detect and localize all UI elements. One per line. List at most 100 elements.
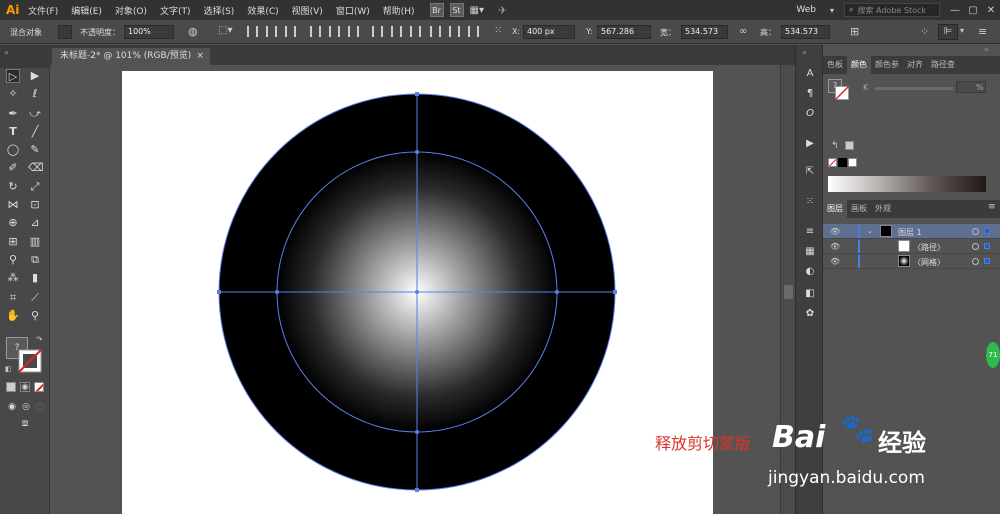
artboard-tool-icon[interactable]: ⌗ [6,291,20,305]
workspace-switcher[interactable]: Web [796,5,816,15]
align-right-icon[interactable] [285,26,296,37]
menu-effect[interactable]: 效果(C) [247,4,278,17]
transform-icon[interactable]: ⊞ [850,25,859,38]
screen-mode-icon[interactable]: ⧈ [18,417,32,431]
symbols-panel-icon[interactable]: ✿ [803,307,817,321]
align-top-icon[interactable] [310,26,321,37]
panel-menu-icon[interactable]: ≡ [978,25,987,38]
lasso-tool-icon[interactable]: ℓ [28,87,42,101]
type-tool-icon[interactable]: T [6,125,20,139]
artboard[interactable] [122,71,713,514]
align-left-icon[interactable] [247,26,258,37]
floating-badge[interactable]: 71 [986,342,1000,368]
minimize-button[interactable]: — [946,5,964,16]
align-bottom-icon[interactable] [348,26,359,37]
x-field[interactable]: 400 px [523,25,575,39]
distribute-left-icon[interactable] [430,26,441,37]
shaper-tool-icon[interactable]: ✐ [6,161,20,175]
anchor-point[interactable] [217,290,221,294]
artwork[interactable] [122,71,713,514]
gradient-panel-icon[interactable]: ▦ [803,245,817,259]
rotate-tool-icon[interactable]: ↻ [6,180,20,194]
scale-tool-icon[interactable]: ⤢ [28,180,42,194]
collapse-panel-icon[interactable]: » [984,45,989,54]
tab-artboards[interactable]: 画板 [847,200,871,218]
menu-object[interactable]: 对象(O) [115,4,147,17]
anchor-point[interactable] [555,290,559,294]
selection-indicator[interactable] [984,243,990,249]
recolor-icon[interactable]: ◍ [188,25,198,38]
direct-selection-tool-icon[interactable]: ▶ [28,69,42,83]
collapse-toolbar-icon[interactable]: « [4,48,9,57]
distribute-bottom-icon[interactable] [410,26,421,37]
collapse-strip-icon[interactable]: « [802,48,807,57]
transform-panel-icon[interactable]: ⁙ [803,195,817,209]
expand-chevron-icon[interactable]: ⌄ [867,227,873,235]
stock-search-input[interactable]: ⌕ 搜索 Adobe Stock [844,3,940,17]
ellipse-tool-icon[interactable]: ◯ [6,143,20,157]
target-circle-icon[interactable] [972,228,979,235]
anchor-point[interactable] [613,290,617,294]
menu-view[interactable]: 视图(V) [292,4,323,17]
anchor-point[interactable] [415,430,419,434]
menu-type[interactable]: 文字(T) [160,4,191,17]
draw-inside-icon[interactable]: ◌ [33,400,47,414]
draw-normal-icon[interactable]: ◉ [5,400,19,414]
toolbar-grip[interactable] [0,65,50,68]
align-vcenter-icon[interactable] [329,26,340,37]
arrange-icon[interactable]: ⊫ [938,24,958,40]
path-name[interactable]: 〈路径〉 [913,242,945,253]
distribute-right-icon[interactable] [468,26,479,37]
shape-builder-tool-icon[interactable]: ⊕ [6,216,20,230]
opacity-field[interactable]: 100% [124,25,174,39]
gradient-mode-icon[interactable] [20,382,30,392]
anchor-point[interactable] [415,488,419,492]
tab-color[interactable]: 颜色 [847,56,871,74]
k-slider[interactable] [875,87,953,90]
anchor-point[interactable] [415,92,419,96]
zoom-tool-icon[interactable]: ⚲ [28,309,42,323]
mesh-name[interactable]: 〈网格〉 [913,257,945,268]
selection-indicator[interactable] [984,258,990,264]
none-mode-icon[interactable] [34,382,44,392]
anchor-point[interactable] [415,150,419,154]
export-icon[interactable]: ⇱ [803,165,817,179]
opacity-label[interactable]: 不透明度： [80,27,120,38]
swap-colors-icon[interactable]: ↷ [36,335,43,344]
menu-help[interactable]: 帮助(H) [383,4,415,17]
isolate-group-icon[interactable]: ⁘ [920,25,929,38]
tab-layers[interactable]: 图层 [823,200,847,218]
layer-row[interactable]: 👁 〈网格〉 [823,254,1000,269]
menu-window[interactable]: 窗口(W) [336,4,370,17]
style-swatch[interactable] [58,25,72,39]
height-field[interactable]: 534.573 [781,25,830,39]
tab-align[interactable]: 对齐 [903,56,927,74]
y-field[interactable]: 567.286 [597,25,651,39]
target-circle-icon[interactable] [972,243,979,250]
visibility-eye-icon[interactable]: 👁 [830,242,840,251]
close-window-button[interactable]: ✕ [982,5,1000,16]
paintbrush-tool-icon[interactable]: ✎ [28,143,42,157]
eyedropper-tool-icon[interactable]: ⚲ [6,253,20,267]
stroke-swatch[interactable] [18,349,42,373]
out-of-gamut-icon[interactable]: ↰ [831,141,839,151]
visibility-eye-icon[interactable]: 👁 [830,257,840,266]
reference-point-icon[interactable]: ⁙ [494,25,502,36]
distribute-hcenter-icon[interactable] [449,26,460,37]
none-swatch[interactable] [828,158,837,167]
tab-color-guide[interactable]: 颜色参 [871,56,903,74]
workspace-chevron-icon[interactable]: ▾ [830,6,834,15]
layer-row[interactable]: 👁 〈路径〉 [823,239,1000,254]
color-mode-icon[interactable] [6,382,16,392]
black-swatch[interactable] [838,158,847,167]
arrange-documents-icon[interactable]: ▦▾ [470,5,484,16]
target-circle-icon[interactable] [972,258,979,265]
layers-menu-icon[interactable]: ≡ [988,202,996,212]
gpu-performance-icon[interactable]: ✈ [498,4,507,17]
scrollbar-thumb[interactable] [784,285,793,299]
bridge-button[interactable]: Br [429,3,444,17]
perspective-grid-tool-icon[interactable]: ⊿ [28,216,42,230]
eraser-tool-icon[interactable]: ⌫ [28,161,44,175]
appearance-panel-icon[interactable]: ◧ [803,287,817,301]
gradient-tool-icon[interactable]: ▥ [28,235,42,249]
